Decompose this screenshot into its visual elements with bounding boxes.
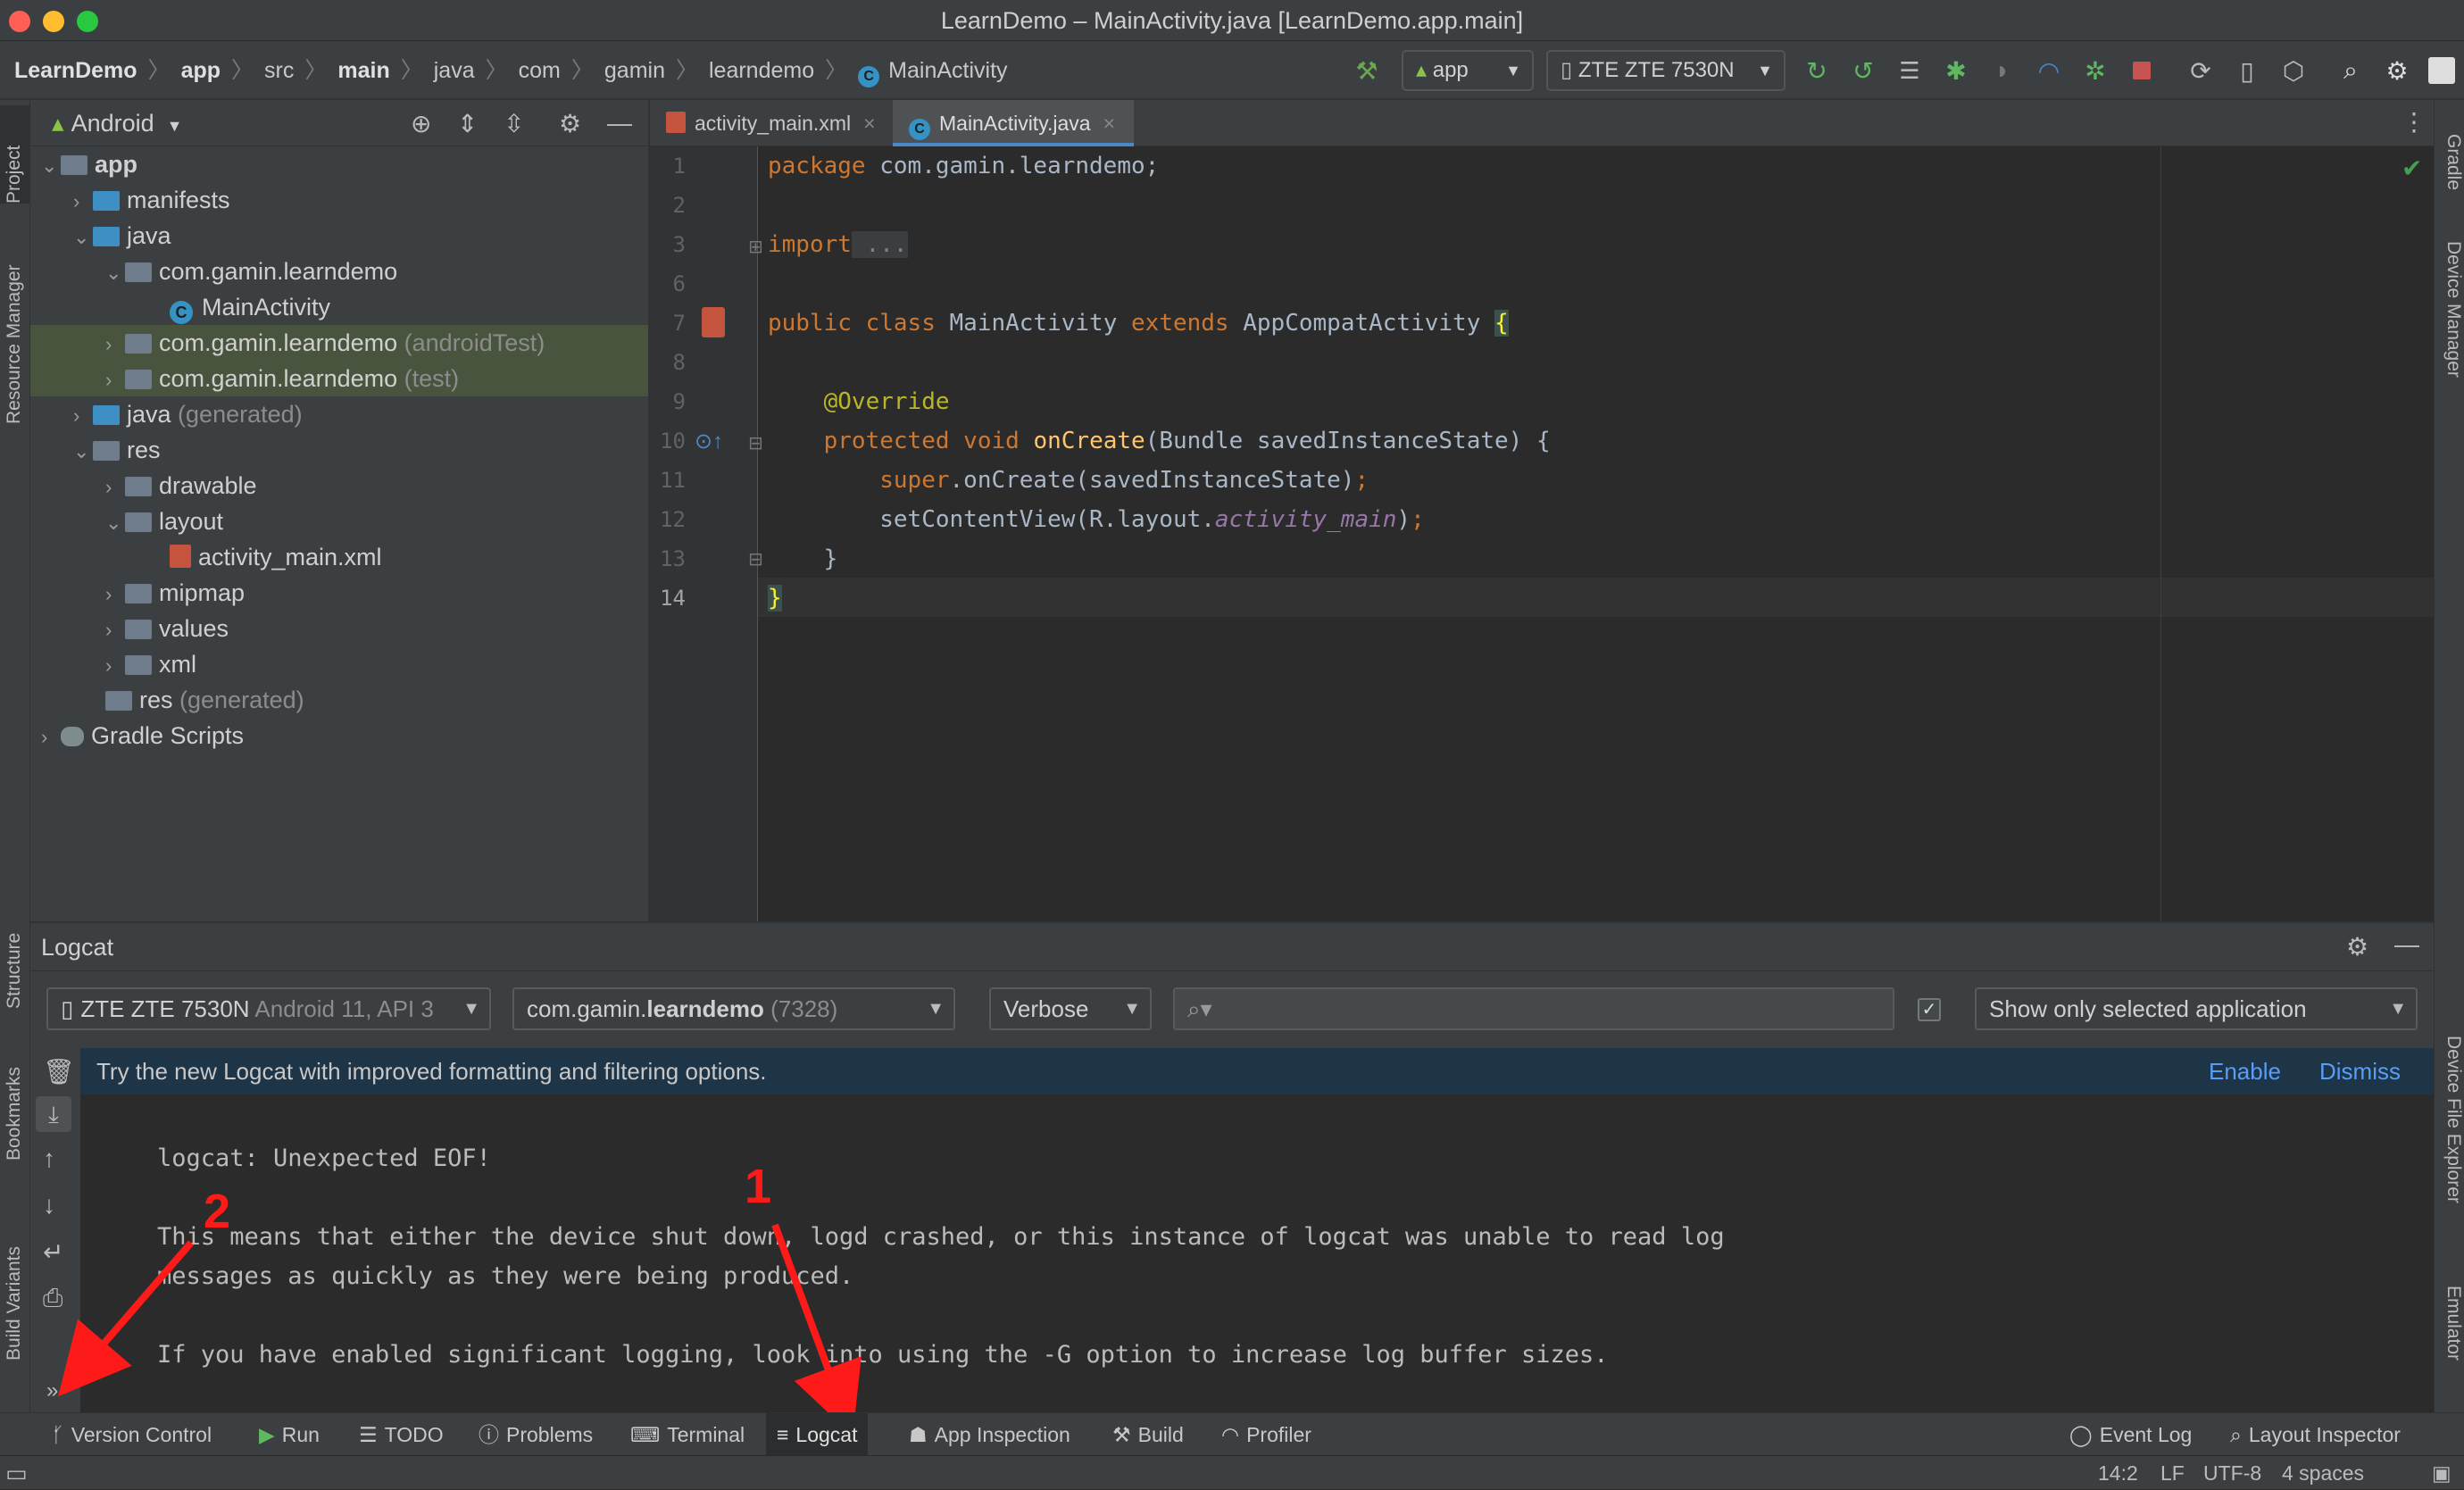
bottom-tab-logcat[interactable]: ≡ Logcat <box>766 1413 869 1456</box>
bottom-tab-problems[interactable]: ⓘ Problems <box>479 1413 593 1456</box>
annotation-arrow-2 <box>58 1240 195 1397</box>
bottom-tab-layout-inspector[interactable]: ⌕ Layout Inspector <box>2230 1413 2401 1456</box>
tab-label: Version Control <box>71 1423 212 1446</box>
inspection-icon: ☗ <box>909 1423 928 1446</box>
annotation-label-2: 2 <box>204 1185 231 1238</box>
annotation-arrow-1 <box>771 1223 862 1436</box>
gauge-icon: ◠ <box>1221 1423 1240 1446</box>
tab-label: Terminal <box>667 1423 745 1446</box>
tab-label: Build <box>1137 1423 1184 1446</box>
annotation-label-1: 1 <box>745 1160 772 1213</box>
tab-label: Profiler <box>1246 1423 1311 1446</box>
line-separator[interactable]: LF <box>2160 1456 2185 1490</box>
tab-label: TODO <box>384 1423 444 1446</box>
bottom-tab-version-control[interactable]: ᚶ Version Control <box>52 1413 212 1456</box>
indent-setting[interactable]: 4 spaces <box>2282 1456 2364 1490</box>
branch-icon: ᚶ <box>52 1423 64 1446</box>
run-icon: ▶ <box>259 1423 275 1446</box>
file-encoding[interactable]: UTF-8 <box>2203 1456 2261 1490</box>
speech-bubble-icon: ◯ <box>2069 1423 2093 1446</box>
hammer-icon: ⚒ <box>1112 1423 1131 1446</box>
bottom-tab-terminal[interactable]: ⌨ Terminal <box>630 1413 745 1456</box>
tab-label: Event Log <box>2099 1423 2193 1446</box>
bottom-tab-app-inspection[interactable]: ☗ App Inspection <box>909 1413 1070 1456</box>
tab-label: Layout Inspector <box>2248 1423 2401 1446</box>
layout-inspector-icon: ⌕ <box>2230 1423 2242 1446</box>
terminal-icon: ⌨ <box>630 1423 661 1446</box>
bottom-tab-todo[interactable]: ☰ TODO <box>359 1413 444 1456</box>
tab-label: App Inspection <box>934 1423 1070 1446</box>
bottom-tab-build[interactable]: ⚒ Build <box>1112 1413 1184 1456</box>
bottom-tab-run[interactable]: ▶ Run <box>259 1413 320 1456</box>
list-icon: ☰ <box>359 1423 378 1446</box>
logcat-icon: ≡ <box>777 1423 789 1446</box>
tab-label: Run <box>281 1423 320 1446</box>
toggle-tool-windows-icon[interactable]: ▭ <box>5 1456 28 1490</box>
caret-position[interactable]: 14:2 <box>2098 1456 2138 1490</box>
bottom-tab-event-log[interactable]: ◯ Event Log <box>2069 1413 2192 1456</box>
tab-label: Problems <box>506 1423 594 1446</box>
annotation-overlay <box>58 1223 862 1436</box>
lock-icon[interactable]: ▣ <box>2432 1456 2452 1490</box>
status-bar: ▭ 14:2 LF UTF-8 4 spaces ▣ <box>0 1455 2464 1489</box>
tab-label: Logcat <box>795 1423 858 1446</box>
info-icon: ⓘ <box>479 1423 499 1446</box>
bottom-tool-tabs: ᚶ Version Control ▶ Run ☰ TODO ⓘ Problems ⌨ T… <box>0 1412 2464 1456</box>
bottom-tab-profiler[interactable]: ◠ Profiler <box>1221 1413 1311 1456</box>
